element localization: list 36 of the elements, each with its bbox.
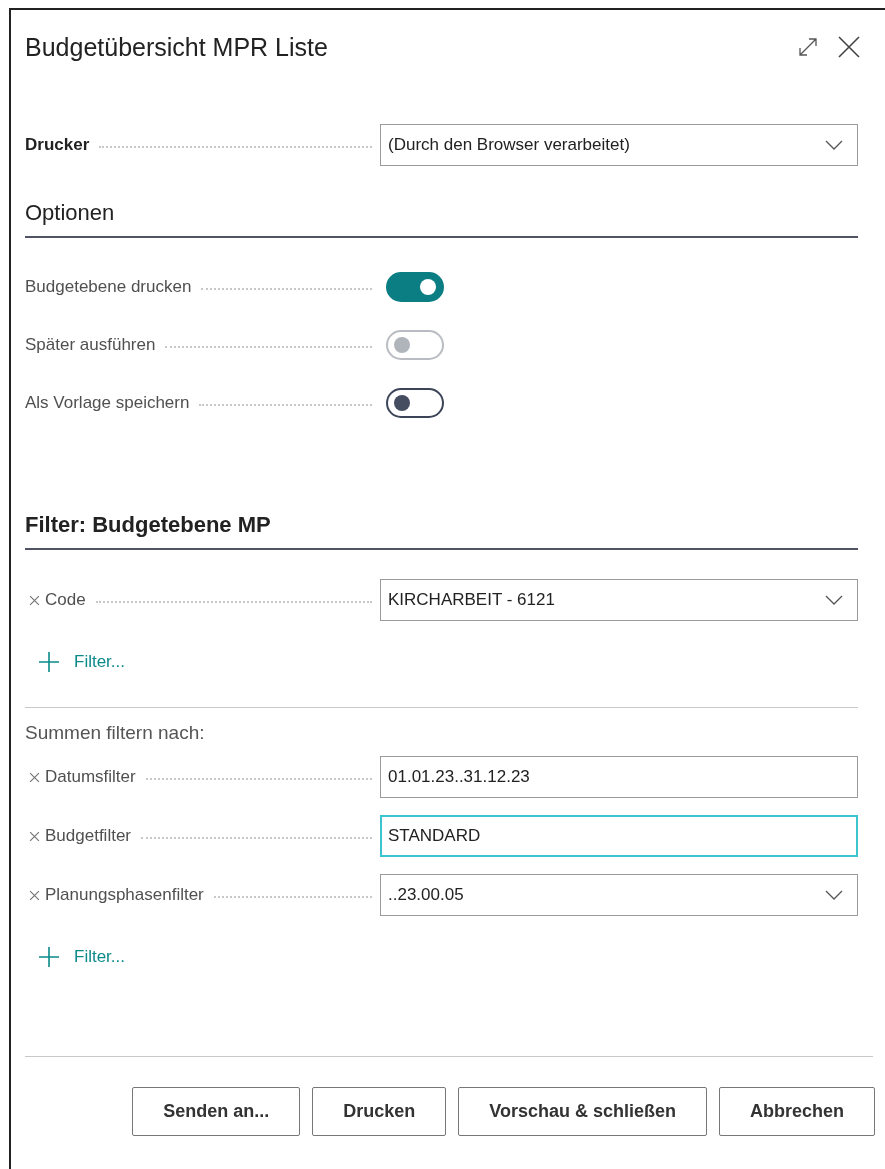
add-filter-link[interactable]: Filter... — [74, 652, 125, 672]
group-heading: Summen filtern nach: — [25, 722, 206, 744]
remove-filter-icon[interactable] — [29, 594, 40, 606]
remove-filter-icon[interactable] — [29, 771, 40, 783]
filter-dropdown[interactable]: KIRCHARBEIT - 6121 — [380, 579, 858, 621]
filter-label: Datumsfilter — [45, 767, 136, 787]
filter-dropdown[interactable]: ..23.00.05 — [380, 874, 858, 916]
dialog-button[interactable]: Drucken — [312, 1087, 447, 1136]
chevron-down-icon — [825, 595, 843, 605]
printer-dropdown[interactable]: (Durch den Browser verarbeitet) — [380, 124, 858, 166]
section-heading: Filter: Budgetebene MP — [25, 512, 272, 539]
filter-label: Planungsphasenfilter — [45, 885, 204, 905]
dialog-button[interactable]: Abbrechen — [718, 1087, 875, 1136]
close-icon[interactable] — [837, 35, 861, 59]
field-label: Drucker — [25, 135, 90, 155]
plus-icon[interactable] — [38, 651, 60, 673]
option-label: Als Vorlage speichern — [25, 393, 190, 413]
chevron-down-icon — [825, 140, 843, 150]
option-label: Später ausführen — [25, 335, 156, 355]
filter-label: Code — [45, 590, 86, 610]
remove-filter-icon[interactable] — [29, 830, 40, 842]
remove-filter-icon[interactable] — [29, 889, 40, 901]
dialog-button[interactable]: Senden an... — [132, 1087, 301, 1136]
option-label: Budgetebene drucken — [25, 277, 192, 297]
dialog-button[interactable]: Vorschau & schließen — [458, 1087, 707, 1136]
toggle-switch[interactable] — [386, 272, 444, 302]
filter-input[interactable]: STANDARD — [380, 815, 858, 857]
filter-input[interactable]: 01.01.23..31.12.23 — [380, 756, 858, 798]
expand-icon[interactable] — [797, 36, 819, 58]
section-heading: Optionen — [25, 200, 116, 227]
filter-label: Budgetfilter — [45, 826, 131, 846]
window-title: Budgetübersicht MPR Liste — [25, 32, 329, 62]
add-filter-link[interactable]: Filter... — [74, 947, 125, 967]
plus-icon[interactable] — [38, 946, 60, 968]
chevron-down-icon — [825, 890, 843, 900]
toggle-switch[interactable] — [386, 388, 444, 418]
